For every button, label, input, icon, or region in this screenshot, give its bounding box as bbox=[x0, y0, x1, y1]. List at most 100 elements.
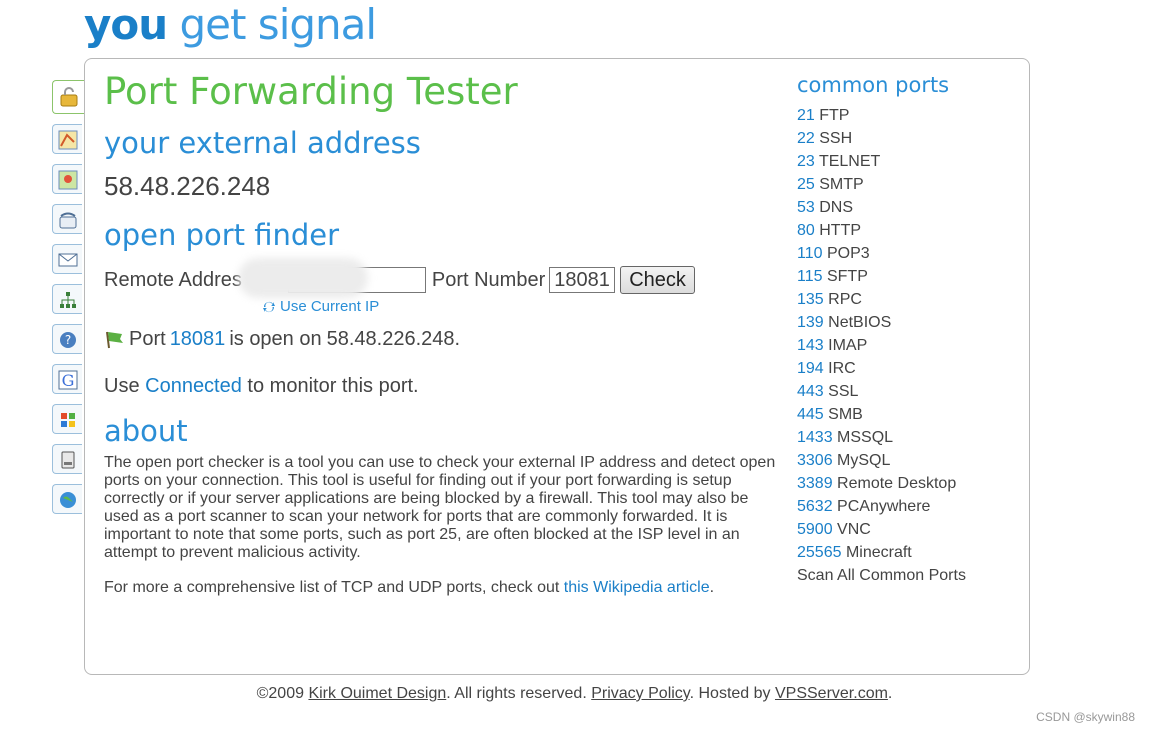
port-result: Port 18081 is open on 58.48.226.248 . bbox=[104, 328, 460, 351]
host-link[interactable]: VPSServer.com bbox=[775, 685, 888, 702]
help-icon: ? bbox=[60, 332, 76, 348]
monitor-suffix: to monitor this port. bbox=[241, 375, 419, 397]
use-current-ip-label: Use Current IP bbox=[280, 298, 380, 315]
result-port-link[interactable]: 18081 bbox=[170, 328, 226, 351]
sidebar-tab-help[interactable]: ? bbox=[52, 324, 82, 354]
port-number-link[interactable]: 80 bbox=[797, 222, 815, 239]
google-icon: G bbox=[58, 370, 78, 390]
tool-sidebar: ? G bbox=[52, 80, 86, 524]
port-number-link[interactable]: 194 bbox=[797, 360, 824, 377]
logo-you: you bbox=[84, 0, 168, 49]
sidebar-tab-port-forwarding[interactable] bbox=[52, 80, 86, 114]
port-service-name: SFTP bbox=[826, 268, 868, 285]
port-service-name: POP3 bbox=[826, 245, 870, 262]
port-service-name: VNC bbox=[837, 521, 871, 538]
use-current-ip-link[interactable]: Use Current IP bbox=[262, 298, 379, 315]
scan-all-ports-link[interactable]: Scan All Common Ports bbox=[797, 564, 966, 587]
port-number-input[interactable] bbox=[549, 267, 616, 293]
site-logo[interactable]: you get signal bbox=[84, 0, 377, 49]
port-number-link[interactable]: 53 bbox=[797, 199, 815, 216]
port-service-name: IRC bbox=[828, 360, 856, 377]
sidebar-tab-email[interactable] bbox=[52, 244, 82, 274]
port-service-name: RPC bbox=[828, 291, 862, 308]
footer: ©2009 Kirk Ouimet Design. All rights res… bbox=[0, 685, 1149, 703]
server-icon bbox=[61, 451, 75, 469]
port-number-link[interactable]: 110 bbox=[797, 245, 823, 262]
port-number-label: Port Number bbox=[431, 268, 546, 291]
page-title: Port Forwarding Tester bbox=[104, 70, 518, 113]
port-number-link[interactable]: 5632 bbox=[797, 498, 833, 515]
port-item: 23 TELNET bbox=[797, 150, 966, 173]
port-item: 445 SMB bbox=[797, 403, 966, 426]
sidebar-tab-google[interactable]: G bbox=[52, 364, 82, 394]
port-item: 143 IMAP bbox=[797, 334, 966, 357]
more-prefix: For more a comprehensive list of TCP and… bbox=[104, 579, 564, 596]
common-ports-heading: common ports bbox=[797, 73, 950, 97]
port-service-name: TELNET bbox=[818, 153, 881, 170]
port-number-link[interactable]: 5900 bbox=[797, 521, 833, 538]
port-service-name: HTTP bbox=[819, 222, 862, 239]
sidebar-tab-network[interactable] bbox=[52, 284, 82, 314]
port-service-name: NetBIOS bbox=[828, 314, 892, 331]
sidebar-tab-globe[interactable] bbox=[52, 484, 82, 514]
port-number-link[interactable]: 443 bbox=[797, 383, 824, 400]
port-number-link[interactable]: 1433 bbox=[797, 429, 833, 446]
privacy-policy-link[interactable]: Privacy Policy bbox=[591, 685, 689, 702]
port-number-link[interactable]: 139 bbox=[797, 314, 824, 331]
port-service-name: MySQL bbox=[837, 452, 891, 469]
footer-copyright: ©2009 bbox=[256, 685, 309, 702]
port-service-name: SSH bbox=[819, 130, 853, 147]
port-number-link[interactable]: 21 bbox=[797, 107, 815, 124]
sidebar-tab-server[interactable] bbox=[52, 444, 82, 474]
port-item: 25 SMTP bbox=[797, 173, 966, 196]
result-prefix: Port bbox=[129, 328, 166, 350]
svg-text:?: ? bbox=[65, 333, 71, 347]
port-number-link[interactable]: 3306 bbox=[797, 452, 833, 469]
sidebar-tab-phone[interactable] bbox=[52, 204, 82, 234]
result-suffix: . bbox=[454, 328, 461, 350]
wikipedia-link[interactable]: this Wikipedia article bbox=[564, 579, 710, 596]
port-number-link[interactable]: 115 bbox=[797, 268, 823, 285]
port-item: 110 POP3 bbox=[797, 242, 966, 265]
redacted-address bbox=[238, 258, 368, 298]
port-service-name: DNS bbox=[819, 199, 854, 216]
port-item: 139 NetBIOS bbox=[797, 311, 966, 334]
port-service-name: SMB bbox=[828, 406, 863, 423]
port-item: 21 FTP bbox=[797, 104, 966, 127]
sidebar-tab-map-location[interactable] bbox=[52, 164, 82, 194]
result-ip: 58.48.226.248 bbox=[326, 328, 455, 350]
port-service-name: IMAP bbox=[828, 337, 868, 354]
globe-icon bbox=[60, 492, 76, 508]
connected-link[interactable]: Connected bbox=[145, 375, 242, 397]
port-item: 25565 Minecraft bbox=[797, 541, 966, 564]
watermark: CSDN @skywin88 bbox=[1036, 710, 1135, 724]
sidebar-tab-map[interactable] bbox=[52, 124, 82, 154]
about-heading: about bbox=[104, 414, 188, 448]
external-ip: 58.48.226.248 bbox=[104, 171, 271, 201]
port-service-name: Minecraft bbox=[845, 544, 912, 561]
author-link[interactable]: Kirk Ouimet Design bbox=[308, 685, 446, 702]
port-number-link[interactable]: 143 bbox=[797, 337, 824, 354]
monitor-prefix: Use bbox=[104, 375, 146, 397]
port-number-link[interactable]: 135 bbox=[797, 291, 824, 308]
common-ports-list: 21 FTP 22 SSH 23 TELNET 25 SMTP 53 DNS 80 HTT… bbox=[797, 104, 966, 587]
windows-icon bbox=[61, 413, 75, 427]
port-item: 443 SSL bbox=[797, 380, 966, 403]
port-number-link[interactable]: 25 bbox=[797, 176, 815, 193]
check-button[interactable]: Check bbox=[620, 266, 695, 294]
port-item: 3389 Remote Desktop bbox=[797, 472, 966, 495]
network-icon bbox=[60, 292, 76, 308]
port-service-name: SMTP bbox=[819, 176, 864, 193]
sidebar-tab-windows[interactable] bbox=[52, 404, 82, 434]
envelope-icon bbox=[58, 253, 78, 267]
port-number-link[interactable]: 25565 bbox=[797, 544, 842, 561]
port-number-link[interactable]: 3389 bbox=[797, 475, 833, 492]
port-number-link[interactable]: 22 bbox=[797, 130, 815, 147]
logo-rest: get signal bbox=[167, 0, 377, 49]
open-port-finder-heading: open port finder bbox=[104, 218, 340, 252]
port-service-name: SSL bbox=[828, 383, 859, 400]
port-number-link[interactable]: 445 bbox=[797, 406, 824, 423]
lock-icon bbox=[60, 87, 78, 107]
remote-address-label: Remote Addres bbox=[104, 268, 242, 291]
port-number-link[interactable]: 23 bbox=[797, 153, 815, 170]
